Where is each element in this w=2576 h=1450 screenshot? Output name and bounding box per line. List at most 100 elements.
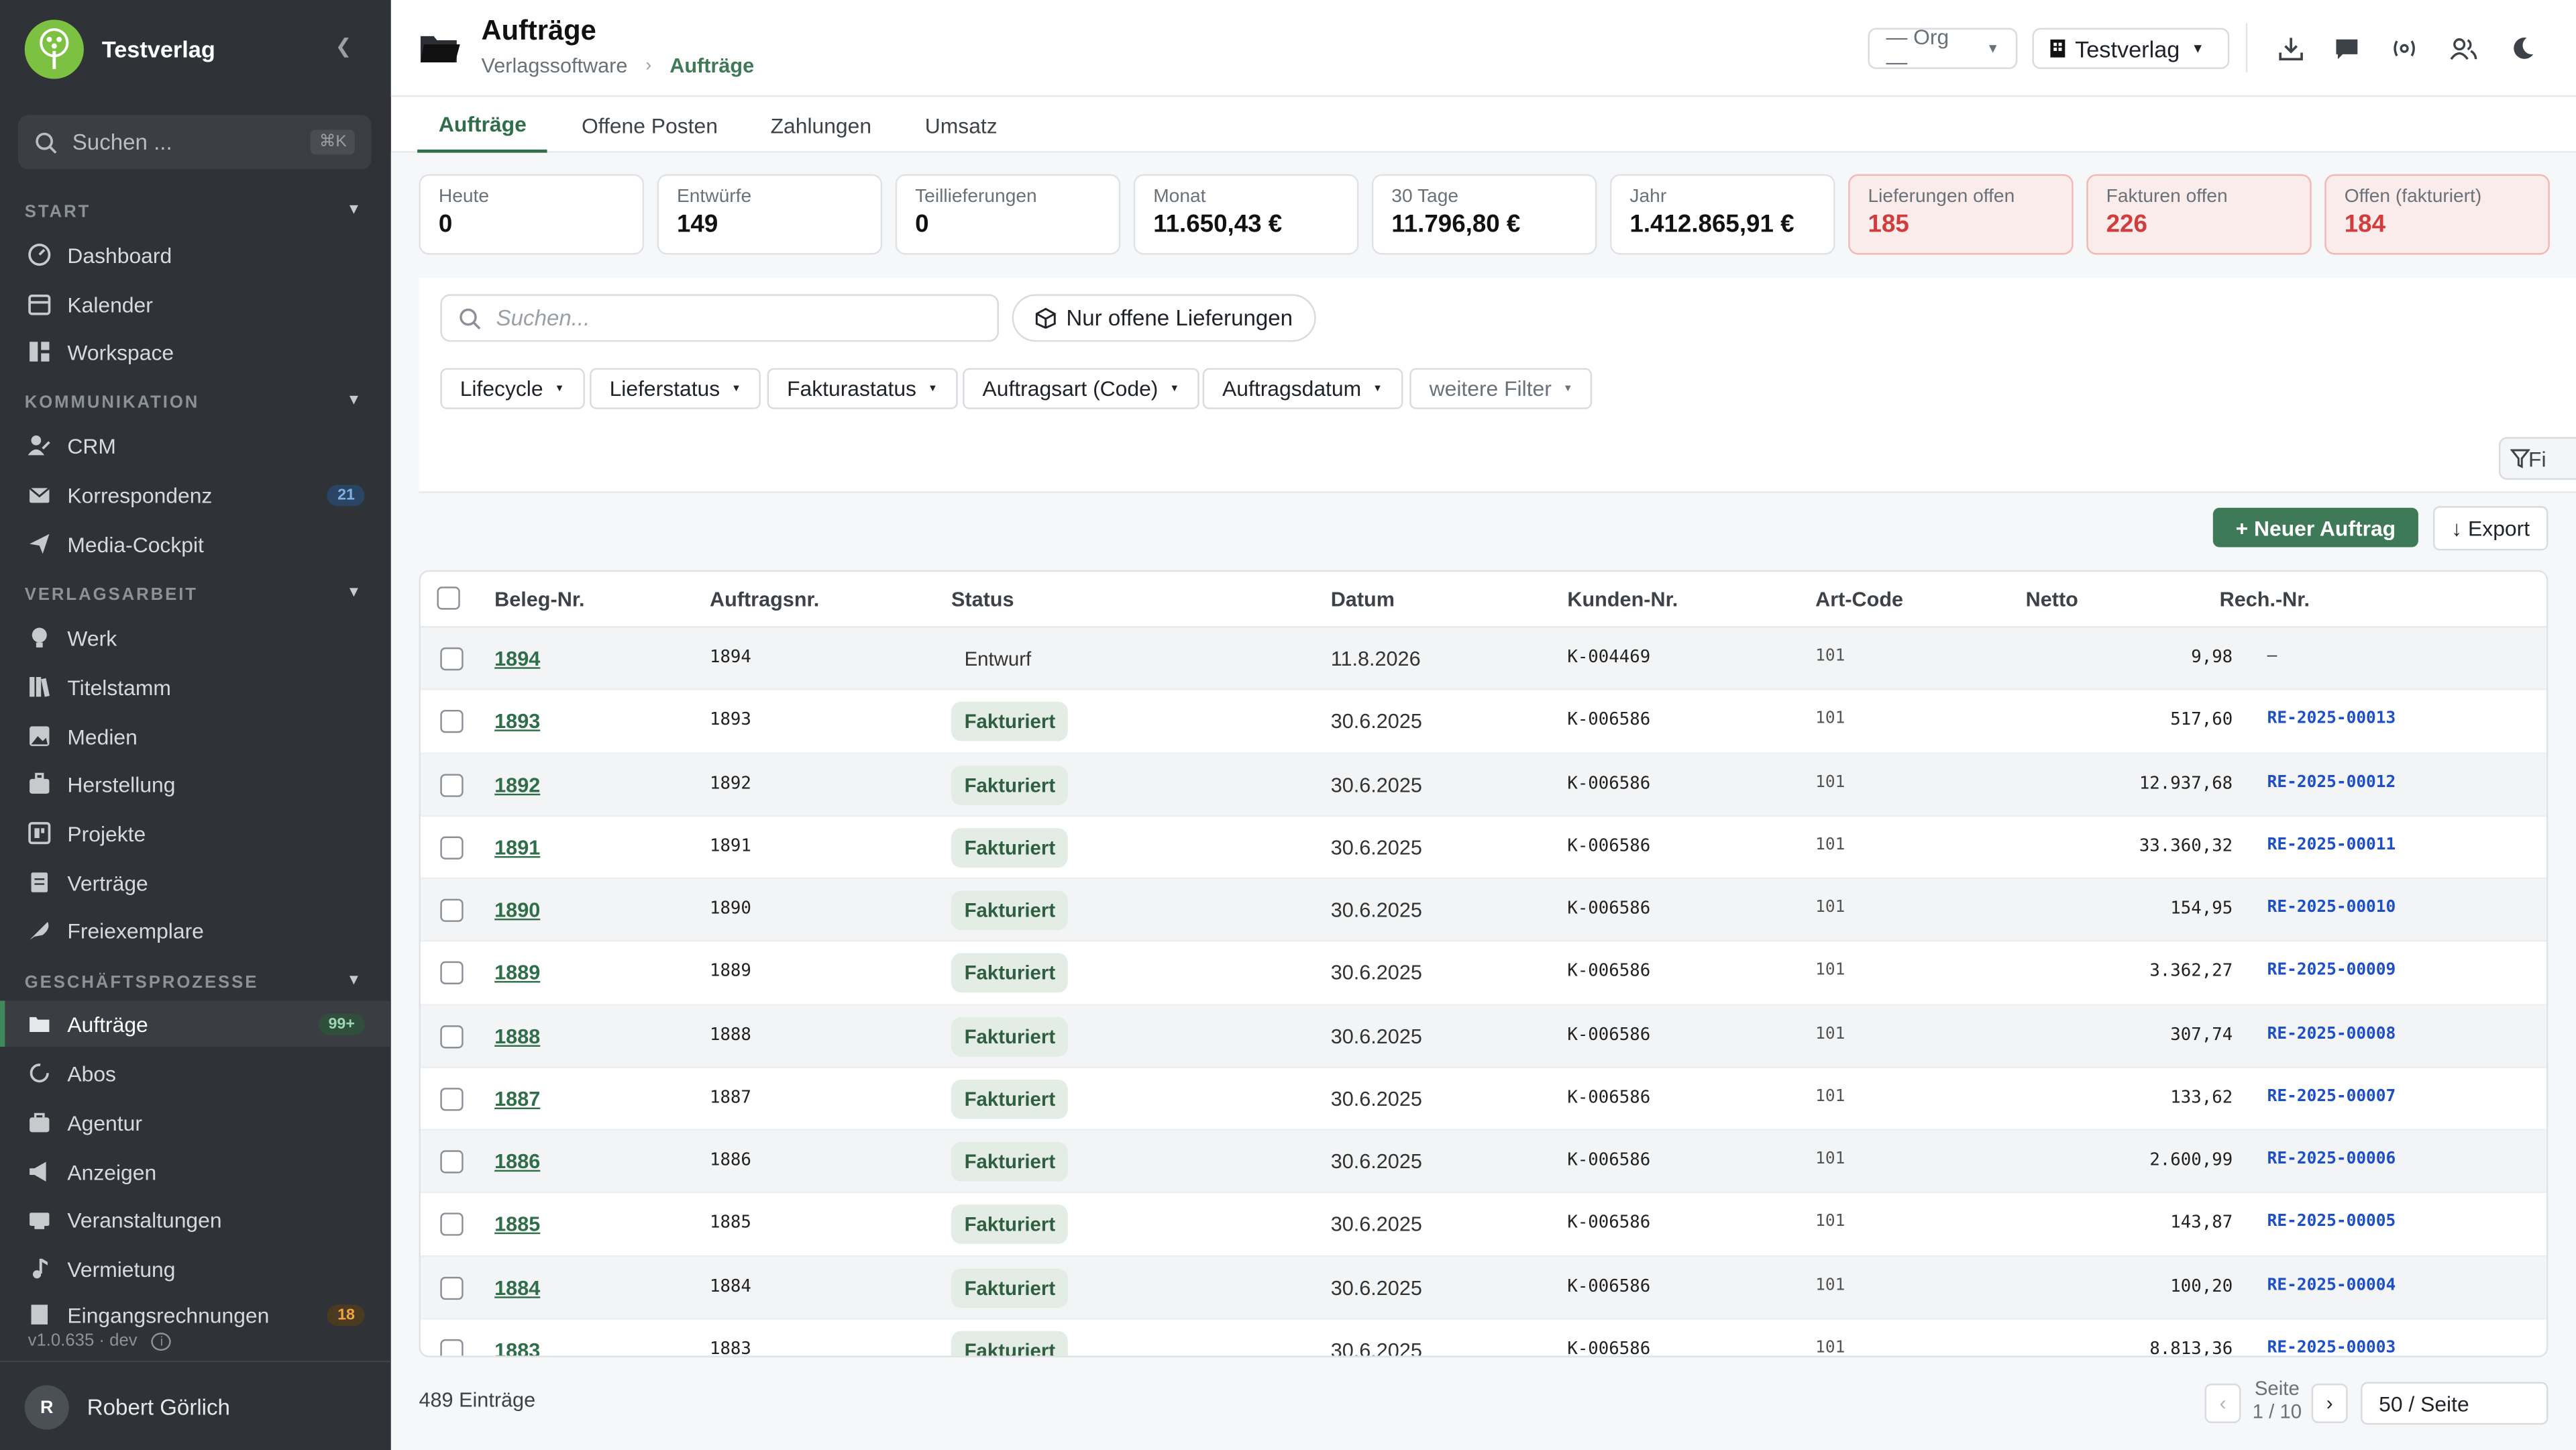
rech-nr-link[interactable]: RE-2025-00008: [2267, 1025, 2396, 1043]
table-row[interactable]: 1883 1883 Fakturiert 30.6.2025 K-006586 101 8.…: [421, 1319, 2546, 1356]
rech-nr-link[interactable]: RE-2025-00013: [2267, 711, 2396, 729]
sidebar-search[interactable]: Suchen ... ⌘K: [17, 115, 372, 170]
broadcast-icon[interactable]: [2387, 32, 2420, 64]
sidebar-item-kalender[interactable]: Kalender: [0, 281, 391, 327]
table-row[interactable]: 1893 1893 Fakturiert 30.6.2025 K-006586 101 51…: [420, 690, 2546, 754]
col-auftragsnr[interactable]: Auftragsnr.: [710, 588, 819, 611]
rech-nr-link[interactable]: RE-2025-00005: [2267, 1213, 2396, 1231]
kpi-lieferungen-offen[interactable]: Lieferungen offen 185: [1848, 174, 2074, 255]
sidebar-item-media-cockpit[interactable]: Media-Cockpit: [0, 521, 391, 567]
beleg-link[interactable]: 1887: [494, 1088, 540, 1110]
section-geschaeftsprozesse[interactable]: GESCHÄFTSPROZESSE ▼: [25, 971, 368, 992]
search-input[interactable]: Suchen...: [440, 294, 999, 342]
row-checkbox[interactable]: [440, 1024, 464, 1048]
org-select[interactable]: — Org — ▼: [1868, 24, 2018, 73]
row-checkbox[interactable]: [440, 1150, 464, 1174]
row-checkbox[interactable]: [440, 962, 464, 985]
sidebar-item-crm[interactable]: CRM: [0, 422, 391, 468]
sidebar-item-dashboard[interactable]: Dashboard: [0, 231, 391, 278]
sidebar-item-auftraege[interactable]: Aufträge 99+: [0, 1000, 391, 1047]
rech-nr-link[interactable]: RE-2025-00003: [2267, 1339, 2396, 1355]
sidebar-item-vertraege[interactable]: Verträge: [0, 860, 391, 906]
section-start[interactable]: START ▼: [25, 201, 368, 222]
tab-auftraege[interactable]: Aufträge: [417, 97, 548, 153]
row-checkbox[interactable]: [440, 835, 464, 860]
col-status[interactable]: Status: [951, 588, 1014, 611]
download-icon[interactable]: [2273, 32, 2306, 64]
sidebar-item-abos[interactable]: Abos: [0, 1050, 391, 1096]
row-checkbox[interactable]: [440, 1087, 464, 1110]
rech-nr-link[interactable]: RE-2025-00004: [2267, 1276, 2396, 1294]
sidebar-item-medien[interactable]: Medien: [0, 713, 391, 760]
beleg-link[interactable]: 1890: [494, 899, 540, 922]
table-row[interactable]: 1886 1886 Fakturiert 30.6.2025 K-006586 101 2.…: [420, 1130, 2546, 1194]
page-size-select[interactable]: 50 / Seite: [2361, 1382, 2548, 1425]
col-rech-nr[interactable]: Rech.-Nr.: [2220, 588, 2310, 611]
col-datum[interactable]: Datum: [1331, 588, 1395, 611]
kpi-jahr[interactable]: Jahr 1.412.865,91 €: [1610, 174, 1835, 255]
kpi-heute[interactable]: Heute 0: [419, 174, 645, 255]
filter-auftragsdatum[interactable]: Auftragsdatum ▼: [1202, 368, 1403, 409]
select-all-checkbox[interactable]: [437, 586, 460, 610]
filter-auftragsart[interactable]: Auftragsart (Code) ▼: [963, 368, 1199, 409]
table-row[interactable]: 1890 1890 Fakturiert 30.6.2025 K-006586 101 15…: [420, 879, 2546, 942]
kpi-offen-fakturiert[interactable]: Offen (fakturiert) 184: [2324, 174, 2550, 255]
rech-nr-link[interactable]: RE-2025-00007: [2267, 1088, 2396, 1106]
beleg-link[interactable]: 1893: [494, 711, 540, 733]
dark-mode-icon[interactable]: [2506, 32, 2538, 64]
kpi-monat[interactable]: Monat 11.650,43 €: [1133, 174, 1359, 255]
brand[interactable]: Testverlag: [24, 19, 215, 79]
filter-weitere[interactable]: weitere Filter ▼: [1409, 368, 1593, 409]
row-checkbox[interactable]: [440, 647, 464, 671]
row-checkbox[interactable]: [440, 710, 464, 733]
row-checkbox[interactable]: [440, 1276, 464, 1299]
beleg-link[interactable]: 1885: [494, 1213, 540, 1236]
prev-page-button[interactable]: ‹: [2204, 1384, 2241, 1423]
filter-lieferstatus[interactable]: Lieferstatus ▼: [590, 368, 761, 409]
table-row[interactable]: 1891 1891 Fakturiert 30.6.2025 K-006586 101 33…: [420, 817, 2546, 880]
beleg-link[interactable]: 1884: [494, 1276, 540, 1299]
sidebar-item-workspace[interactable]: Workspace: [0, 329, 391, 375]
kpi-fakturen-offen[interactable]: Fakturen offen 226: [2086, 174, 2312, 255]
next-page-button[interactable]: ›: [2311, 1384, 2348, 1423]
tab-umsatz[interactable]: Umsatz: [904, 97, 1019, 152]
tenant-select[interactable]: Testverlag ▼: [2032, 28, 2230, 69]
chat-icon[interactable]: [2330, 32, 2363, 64]
section-verlagsarbeit[interactable]: VERLAGSARBEIT ▼: [25, 583, 368, 605]
table-row[interactable]: 1885 1885 Fakturiert 30.6.2025 K-006586 101 14…: [420, 1194, 2546, 1257]
kpi-30-tage[interactable]: 30 Tage 11.796,80 €: [1371, 174, 1597, 255]
kpi-entwuerfe[interactable]: Entwürfe 149: [657, 174, 883, 255]
tab-offene-posten[interactable]: Offene Posten: [560, 97, 739, 152]
table-row[interactable]: 1887 1887 Fakturiert 30.6.2025 K-006586 101 13…: [420, 1068, 2546, 1131]
sidebar-item-veranstaltungen[interactable]: Veranstaltungen: [0, 1196, 391, 1243]
beleg-link[interactable]: 1891: [494, 836, 540, 859]
sidebar-item-werk[interactable]: Werk: [0, 615, 391, 661]
beleg-link[interactable]: 1889: [494, 962, 540, 984]
export-button[interactable]: ↓ Export: [2432, 506, 2548, 551]
tab-zahlungen[interactable]: Zahlungen: [749, 97, 893, 152]
sidebar-item-herstellung[interactable]: Herstellung: [0, 761, 391, 807]
rech-nr-link[interactable]: RE-2025-00009: [2267, 962, 2396, 980]
section-kommunikation[interactable]: KOMMUNIKATION ▼: [25, 391, 368, 413]
table-row[interactable]: 1894 1894 Entwurf 11.8.2026 K-004469 101 9,98 —: [420, 627, 2546, 691]
rech-nr-link[interactable]: RE-2025-00012: [2267, 773, 2396, 791]
beleg-link[interactable]: 1888: [494, 1025, 540, 1047]
table-row[interactable]: 1889 1889 Fakturiert 30.6.2025 K-006586 101 3.…: [420, 942, 2546, 1005]
rech-nr-link[interactable]: RE-2025-00011: [2267, 836, 2396, 854]
sidebar-item-vermietung[interactable]: Vermietung: [0, 1245, 391, 1292]
new-order-button[interactable]: + Neuer Auftrag: [2212, 507, 2418, 548]
table-row[interactable]: 1892 1892 Fakturiert 30.6.2025 K-006586 101 12…: [420, 753, 2546, 817]
beleg-link[interactable]: 1894: [494, 648, 540, 670]
rech-nr-link[interactable]: RE-2025-00006: [2267, 1150, 2396, 1168]
beleg-link[interactable]: 1883: [494, 1339, 540, 1355]
sidebar-item-agentur[interactable]: Agentur: [0, 1099, 391, 1145]
sidebar-item-freiexemplare[interactable]: Freiexemplare: [0, 907, 391, 953]
beleg-link[interactable]: 1892: [494, 773, 540, 796]
breadcrumb-root[interactable]: Verlagssoftware: [482, 54, 628, 77]
col-beleg-nr[interactable]: Beleg-Nr.: [494, 588, 584, 611]
col-art-code[interactable]: Art-Code: [1815, 588, 1903, 611]
col-kunden-nr[interactable]: Kunden-Nr.: [1567, 588, 1678, 611]
filter-lifecycle[interactable]: Lifecycle ▼: [440, 368, 584, 409]
col-netto[interactable]: Netto: [2026, 588, 2078, 611]
filter-fakturastatus[interactable]: Fakturastatus ▼: [767, 368, 958, 409]
